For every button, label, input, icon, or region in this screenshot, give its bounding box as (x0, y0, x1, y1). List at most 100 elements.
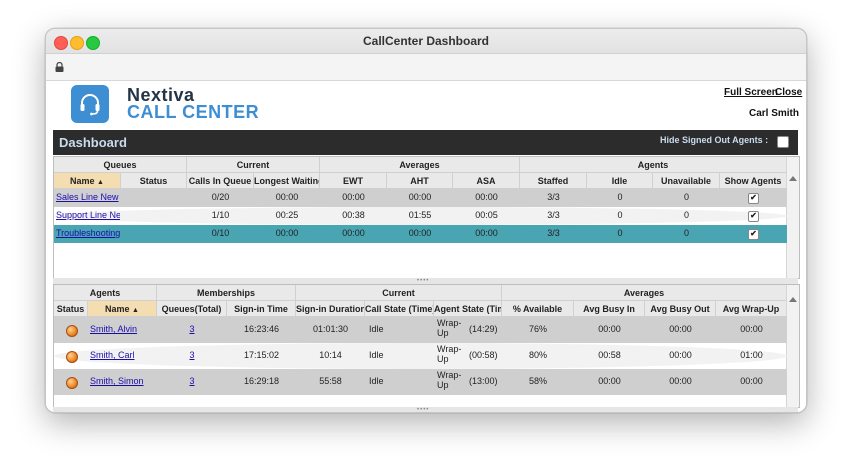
agent-name-link[interactable]: Smith, Simon (90, 377, 157, 387)
queues-scrollbar[interactable] (786, 157, 799, 278)
longest-waiting: 00:00 (275, 229, 299, 238)
lock-icon (55, 62, 64, 72)
dashboard-bar: Dashboard Hide Signed Out Agents : (53, 130, 798, 155)
group-header-agents: Agents (520, 157, 787, 173)
show-agents-checkbox[interactable]: ✔ (748, 211, 759, 222)
window-title: CallCenter Dashboard (362, 34, 490, 48)
queues-total-link[interactable]: 3 (157, 325, 227, 335)
queues-total-link[interactable]: 3 (157, 351, 227, 361)
column-header-avg-wrap-up[interactable]: Avg Wrap-Up (716, 301, 787, 317)
sign-in-time: 17:15:02 (243, 351, 280, 360)
close-link[interactable]: Close (775, 87, 802, 98)
column-header-staffed[interactable]: Staffed (520, 173, 587, 189)
avg-wrap-up: 01:00 (740, 351, 763, 360)
brand-subtitle: CALL CENTER (127, 102, 260, 122)
avg-busy-in: 00:00 (598, 325, 621, 334)
call-state: Idle (369, 377, 384, 386)
panel-splitter[interactable]: •••• (53, 407, 798, 412)
longest-waiting: 00:25 (275, 211, 299, 220)
asa: 00:05 (475, 211, 498, 220)
sign-in-duration: 55:58 (319, 377, 342, 386)
avg-busy-in: 00:58 (598, 351, 621, 360)
avg-busy-out: 00:00 (669, 351, 692, 360)
agents-table: Agents Memberships Current Averages Stat… (53, 284, 800, 408)
page-content: Nextiva CALL CENTER Full Screen Close Ca… (46, 81, 806, 412)
column-header-aht[interactable]: AHT (387, 173, 453, 189)
show-agents-checkbox[interactable]: ✔ (748, 229, 759, 240)
dashboard-title: Dashboard (59, 135, 127, 150)
column-header-agent-state[interactable]: Agent State (Time) (434, 301, 502, 317)
ewt: 00:00 (342, 229, 365, 238)
avg-wrap-up: 00:00 (740, 325, 763, 334)
column-header-sign-in-duration[interactable]: Sign-in Duration (296, 301, 365, 317)
sign-in-duration: 01:01:30 (312, 325, 349, 334)
avg-wrap-up: 00:00 (740, 377, 763, 386)
column-header-sign-in-time[interactable]: Sign-in Time (227, 301, 296, 317)
asa: 00:00 (475, 193, 498, 202)
group-header-agents: Agents (54, 285, 157, 301)
table-row[interactable]: Support Line Ne 1/10 00:25 00:38 01:55 0… (54, 207, 787, 225)
table-row[interactable]: Sales Line New 0/20 00:00 00:00 00:00 00… (54, 189, 787, 207)
group-header-memberships: Memberships (157, 285, 296, 301)
table-row-selected[interactable]: Troubleshooting 0/10 00:00 00:00 00:00 0… (54, 225, 787, 243)
longest-waiting: 00:00 (275, 193, 299, 202)
show-agents-checkbox[interactable]: ✔ (748, 193, 759, 204)
column-header-status[interactable]: Status (121, 173, 187, 189)
hide-signed-out-checkbox[interactable] (777, 136, 789, 148)
column-header-call-state[interactable]: Call State (Time) (365, 301, 434, 317)
ewt: 00:00 (342, 193, 365, 202)
title-bar: CallCenter Dashboard (46, 29, 806, 54)
queues-total-link[interactable]: 3 (157, 377, 227, 387)
table-row[interactable]: Smith, Simon 3 16:29:18 55:58 Idle Wrap-… (54, 369, 787, 395)
queue-name-link[interactable]: Troubleshooting (56, 229, 120, 239)
column-header-calls-in-queue[interactable]: Calls In Queue (187, 173, 254, 189)
percent-available: 76% (528, 325, 547, 334)
agent-status-icon (66, 325, 78, 337)
column-header-name[interactable]: Name ▲ (54, 173, 121, 189)
agents-scrollbar[interactable] (786, 285, 799, 407)
sort-up-icon: ▲ (97, 179, 104, 186)
avg-busy-in: 00:00 (598, 377, 621, 386)
column-header-avg-busy-in[interactable]: Avg Busy In (574, 301, 645, 317)
idle-count: 0 (617, 229, 623, 238)
column-header-status[interactable]: Status (54, 301, 88, 317)
staffed: 3/3 (547, 193, 560, 202)
column-header-unavailable[interactable]: Unavailable (653, 173, 720, 189)
full-screen-link[interactable]: Full Screen (724, 87, 778, 98)
aht: 00:00 (408, 229, 432, 238)
staffed: 3/3 (547, 211, 560, 220)
queue-name-link[interactable]: Support Line Ne (56, 211, 120, 221)
aht: 01:55 (408, 211, 432, 220)
sign-in-time: 16:29:18 (243, 377, 280, 386)
sign-in-time: 16:23:46 (243, 325, 280, 334)
queue-name-link[interactable]: Sales Line New (56, 193, 120, 203)
column-header-longest-waiting[interactable]: Longest Waiting (254, 173, 320, 189)
agent-state-time: (13:00) (469, 377, 498, 386)
column-header-show-agents[interactable]: Show Agents (720, 173, 787, 189)
calls-in-queue: 0/20 (211, 193, 230, 202)
avg-busy-out: 00:00 (669, 325, 692, 334)
column-header-idle[interactable]: Idle (587, 173, 653, 189)
group-header-current: Current (187, 157, 320, 173)
column-header-ewt[interactable]: EWT (320, 173, 387, 189)
call-state: Idle (369, 351, 384, 360)
agent-state: Wrap- Up (437, 345, 462, 364)
column-header-asa[interactable]: ASA (453, 173, 520, 189)
percent-available: 80% (528, 351, 547, 360)
sign-in-duration: 10:14 (319, 351, 342, 360)
column-header-avg-busy-out[interactable]: Avg Busy Out (645, 301, 716, 317)
column-header-queues-total[interactable]: Queues(Total) (157, 301, 227, 317)
idle-count: 0 (617, 193, 623, 202)
agent-name-link[interactable]: Smith, Alvin (90, 325, 157, 335)
table-row[interactable]: Smith, Carl 3 17:15:02 10:14 Idle Wrap- U… (54, 343, 787, 369)
agent-name-link[interactable]: Smith, Carl (90, 351, 157, 361)
column-header-name[interactable]: Name ▲ (88, 301, 157, 317)
app-window: CallCenter Dashboard Nextiva CALL CENTER… (45, 28, 807, 413)
group-header-averages: Averages (502, 285, 787, 301)
calls-in-queue: 1/10 (211, 211, 230, 220)
table-row[interactable]: Smith, Alvin 3 16:23:46 01:01:30 Idle Wr… (54, 317, 787, 343)
scroll-up-icon[interactable] (789, 176, 797, 181)
column-header-percent-available[interactable]: % Available (502, 301, 574, 317)
agent-status-icon (66, 351, 78, 363)
scroll-up-icon[interactable] (789, 297, 797, 302)
